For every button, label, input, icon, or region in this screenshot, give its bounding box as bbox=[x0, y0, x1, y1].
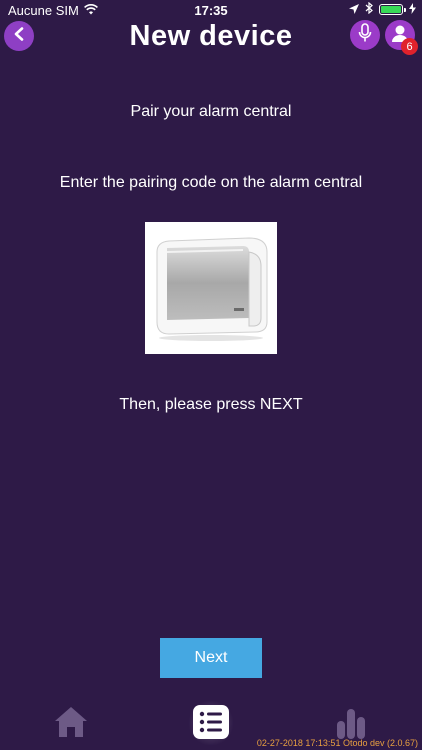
tab-home[interactable] bbox=[51, 704, 91, 744]
battery-icon bbox=[379, 4, 406, 15]
instruction-text: Enter the pairing code on the alarm cent… bbox=[59, 174, 363, 191]
alarm-central-image bbox=[145, 222, 277, 354]
microphone-button[interactable] bbox=[350, 20, 380, 50]
status-right bbox=[349, 1, 416, 17]
header: New device bbox=[0, 18, 422, 56]
home-icon bbox=[53, 705, 89, 744]
tab-list[interactable] bbox=[191, 704, 231, 744]
status-bar: Aucune SIM 17:35 bbox=[0, 0, 422, 20]
bluetooth-icon bbox=[365, 1, 373, 17]
version-label: 02-27-2018 17:13:51 Otodo dev (2.0.67) bbox=[256, 738, 418, 748]
location-arrow-icon bbox=[349, 2, 359, 17]
microphone-icon bbox=[358, 22, 372, 48]
list-icon bbox=[192, 704, 230, 745]
press-next-text: Then, please press NEXT bbox=[119, 396, 303, 413]
charging-bolt-icon bbox=[409, 2, 416, 17]
notification-badge: 6 bbox=[401, 38, 418, 55]
next-button[interactable]: Next bbox=[160, 638, 262, 678]
pair-heading: Pair your alarm central bbox=[130, 103, 292, 120]
